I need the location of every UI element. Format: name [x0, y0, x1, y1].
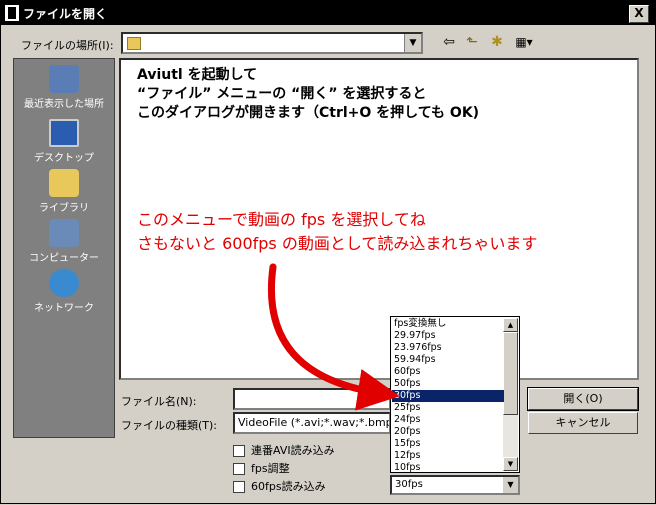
view-menu-icon[interactable]: ▦▾ [511, 32, 537, 52]
filename-input[interactable] [233, 388, 391, 410]
cancel-button[interactable]: キャンセル [528, 412, 638, 434]
back-icon[interactable]: ⇦ [441, 32, 457, 52]
place-label: 最近表示した場所 [24, 99, 104, 110]
scroll-thumb[interactable] [503, 332, 518, 415]
checkbox-label: fps調整 [251, 462, 290, 475]
checkbox-label: 連番AVI読み込み [251, 444, 335, 457]
checkbox-box[interactable] [233, 481, 245, 493]
fps-option[interactable]: 25fps [392, 402, 504, 414]
checkbox-60fps[interactable]: 60fps読み込み [233, 478, 326, 494]
desktop-icon [49, 119, 79, 147]
checkbox-fps-adjust[interactable]: fps調整 [233, 460, 290, 476]
close-button[interactable]: X [629, 5, 649, 23]
filetype-label: ファイルの種類(T): [121, 419, 218, 432]
open-file-dialog: ファイルを開く X ファイルの場所(I): ▼ ⇦ ⬑ ✱ ▦▾ 最近表示した場… [0, 0, 656, 504]
fps-option[interactable]: 15fps [392, 438, 504, 450]
fps-option[interactable]: 30fps [392, 390, 504, 402]
scroll-up-icon[interactable]: ▲ [503, 318, 518, 332]
checkbox-box[interactable] [233, 445, 245, 457]
chevron-down-icon[interactable]: ▼ [404, 34, 421, 52]
network-icon [49, 269, 79, 297]
window-title: ファイルを開く [23, 7, 108, 21]
place-label: コンピューター [29, 253, 99, 264]
file-list-pane[interactable]: Aviutl を起動して “ファイル” メニューの “開く” を選択すると この… [119, 58, 639, 380]
title-bar: ファイルを開く X [1, 1, 655, 25]
fps-option[interactable]: 50fps [392, 378, 504, 390]
fps-dropdown-list[interactable]: ▲ ▼ fps変換無し 29.97fps 23.976fps 59.94fps 60fp… [390, 316, 520, 473]
up-folder-icon[interactable]: ⬑ [463, 32, 481, 52]
recent-places-icon [49, 65, 79, 93]
checkbox-box[interactable] [233, 463, 245, 475]
film-icon [5, 5, 19, 21]
filetype-select[interactable]: VideoFile (*.avi;*.wav;*.bmp;*.j [233, 412, 391, 434]
place-label: ネットワーク [34, 303, 94, 314]
place-libraries[interactable]: ライブラリ [14, 169, 114, 219]
fps-option[interactable]: 24fps [392, 414, 504, 426]
fps-option[interactable]: fps変換無し [392, 318, 504, 330]
instruction-text: Aviutl を起動して “ファイル” メニューの “開く” を選択すると この… [137, 67, 480, 121]
place-label: デスクトップ [34, 153, 94, 164]
fps-select-value: 30fps [395, 479, 423, 490]
place-label: ライブラリ [39, 203, 89, 214]
libraries-icon [49, 169, 79, 197]
place-recent[interactable]: 最近表示した場所 [14, 65, 114, 115]
fps-option[interactable]: 29.97fps [392, 330, 504, 342]
dropdown-scrollbar[interactable]: ▲ ▼ [503, 318, 518, 471]
fps-option[interactable]: 60fps [392, 366, 504, 378]
lookin-combo[interactable]: ▼ [121, 32, 423, 54]
fps-option[interactable]: 12fps [392, 450, 504, 462]
lookin-label: ファイルの場所(I): [21, 39, 114, 52]
fps-option[interactable]: 59.94fps [392, 354, 504, 366]
checkbox-sequential-avi[interactable]: 連番AVI読み込み [233, 442, 335, 458]
folder-icon [127, 37, 141, 50]
chevron-down-icon[interactable]: ▼ [503, 477, 518, 493]
place-desktop[interactable]: デスクトップ [14, 119, 114, 169]
fps-option[interactable]: 23.976fps [392, 342, 504, 354]
open-button[interactable]: 開く(O) [527, 387, 639, 411]
computer-icon [49, 219, 79, 247]
places-bar: 最近表示した場所 デスクトップ ライブラリ コンピューター ネットワーク [13, 58, 115, 438]
place-computer[interactable]: コンピューター [14, 219, 114, 269]
scroll-down-icon[interactable]: ▼ [503, 457, 518, 471]
fps-select[interactable]: 30fps ▼ [390, 475, 520, 495]
fps-note-text: このメニューで動画の fps を選択してね さもないと 600fps の動画とし… [137, 210, 538, 253]
place-network[interactable]: ネットワーク [14, 269, 114, 319]
fps-option[interactable]: 20fps [392, 426, 504, 438]
new-folder-icon[interactable]: ✱ [487, 32, 507, 52]
checkbox-label: 60fps読み込み [251, 480, 326, 493]
filename-label: ファイル名(N): [121, 395, 197, 408]
fps-option[interactable]: 10fps [392, 462, 504, 474]
